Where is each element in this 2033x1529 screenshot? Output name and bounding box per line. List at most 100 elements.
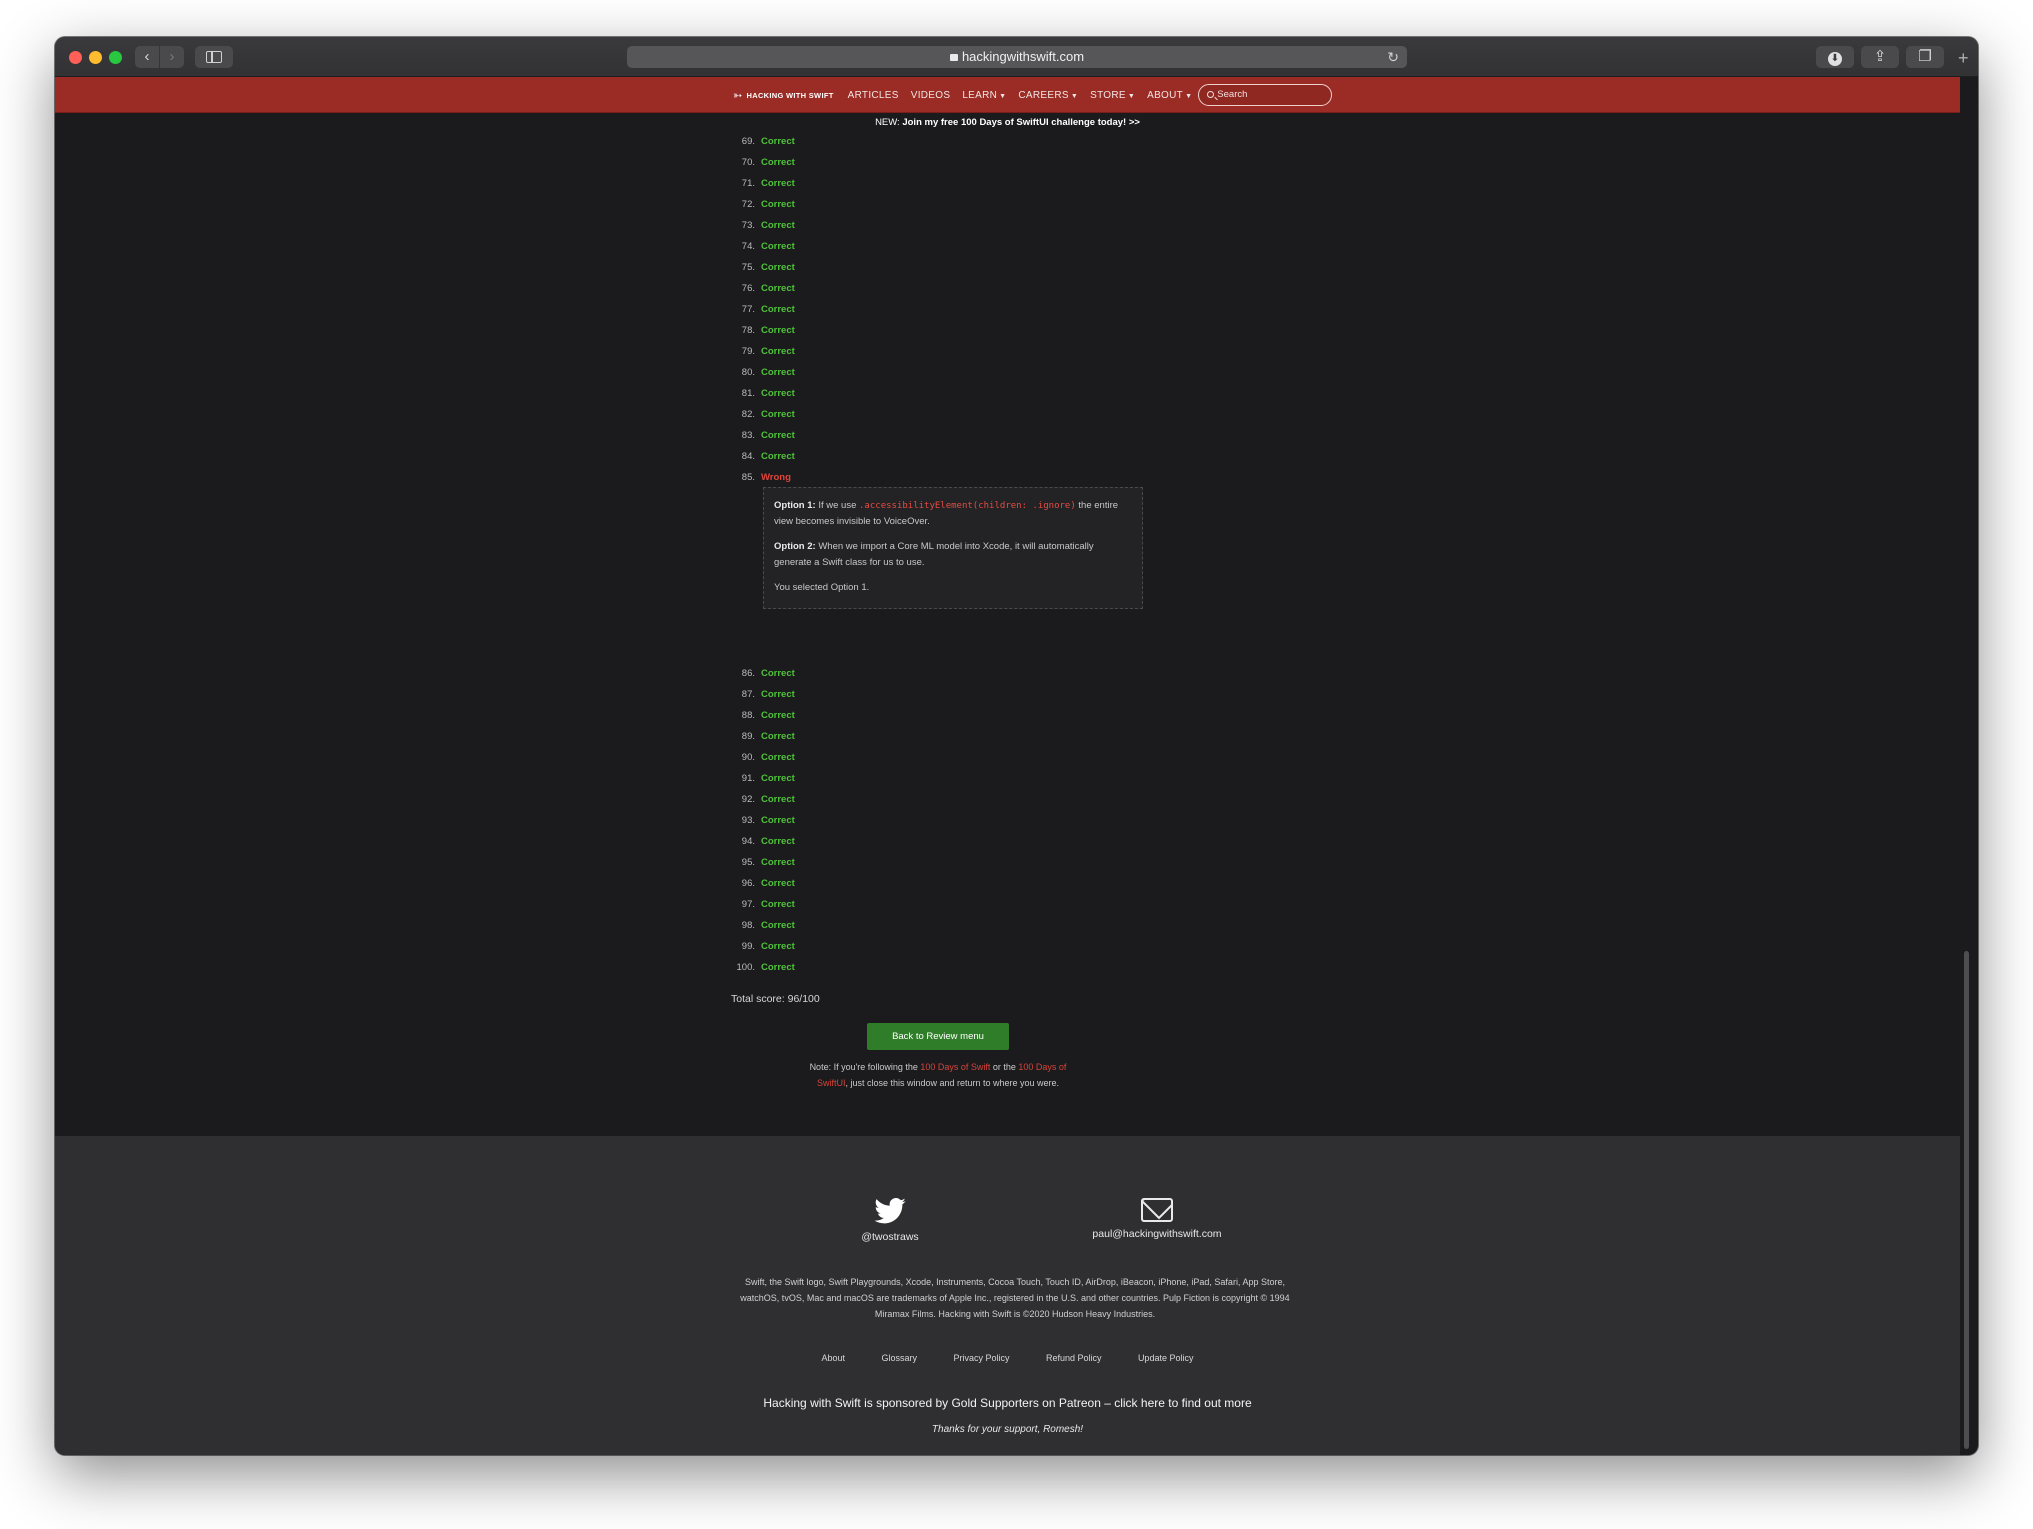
question-number: 69. [741,136,755,147]
logo-text: HACKING WITH SWIFT [746,90,834,100]
result-row: 91. Correct [727,773,795,784]
result-correct: Correct [761,710,795,721]
nav-careers[interactable]: CAREERS ▼ [1018,90,1078,101]
result-row: 95. Correct [727,857,795,868]
question-number: 88. [741,710,755,721]
nav-learn-label: LEARN [962,89,998,101]
forward-button[interactable]: › [160,46,184,68]
result-row: 69. Correct [727,136,795,147]
result-row: 92. Correct [727,794,795,805]
result-correct: Correct [761,430,795,441]
result-row: 74. Correct [727,241,795,252]
result-row: 96. Correct [727,878,795,889]
result-row: 88. Correct [727,710,795,721]
downloads-button[interactable]: ⬇ [1816,46,1854,68]
email-link[interactable]: paul@hackingwithswift.com [1072,1198,1242,1240]
question-number: 97. [741,899,755,910]
minimize-window-button[interactable] [89,51,102,64]
question-number: 96. [741,878,755,889]
result-correct: Correct [761,157,795,168]
footer-links: About Glossary Privacy Policy Refund Pol… [55,1348,1960,1366]
nav-about[interactable]: ABOUT ▼ [1147,90,1192,101]
footer-link-about[interactable]: About [822,1353,846,1363]
browser-window: ‹ › hackingwithswift.com ↻ ⬇ ⇪ ❐ + ➳ HACK… [55,37,1978,1455]
footer-link-privacy[interactable]: Privacy Policy [953,1353,1009,1363]
sponsor-link[interactable]: Hacking with Swift is sponsored by Gold … [55,1396,1960,1410]
announcement-banner[interactable]: NEW: Join my free 100 Days of SwiftUI ch… [55,113,1960,135]
question-number: 90. [741,752,755,763]
note-part1: Note: If you're following the [809,1062,921,1072]
twitter-handle: @twostraws [861,1231,919,1243]
nav-store[interactable]: STORE ▼ [1090,90,1135,101]
tab-overview-button[interactable]: ❐ [1906,46,1944,68]
option2-text: Option 2: When we import a Core ML model… [774,539,1132,571]
chevron-left-icon: ‹ [144,48,150,65]
nav-videos-label: VIDEOS [910,89,951,101]
question-number: 71. [741,178,755,189]
option2-label: Option 2: [774,541,816,552]
question-number: 91. [741,773,755,784]
caret-down-icon: ▼ [1070,92,1079,100]
result-row: 86. Correct [727,668,795,679]
nav-videos[interactable]: VIDEOS [911,90,951,101]
swift-bird-icon: ➳ [733,89,743,102]
result-correct: Correct [761,241,795,252]
result-correct: Correct [761,794,795,805]
sidebar-toggle-button[interactable] [195,46,233,68]
result-correct: Correct [761,857,795,868]
question-number: 87. [741,689,755,700]
result-row: 79. Correct [727,346,795,357]
search-icon [1207,91,1215,98]
question-number: 79. [741,346,755,357]
question-number: 98. [741,920,755,931]
zoom-window-button[interactable] [109,51,122,64]
footer-link-refund[interactable]: Refund Policy [1046,1353,1102,1363]
search-input[interactable]: Search [1198,84,1333,106]
result-row: 90. Correct [727,752,795,763]
question-number: 73. [741,220,755,231]
result-correct: Correct [761,941,795,952]
result-wrong: Wrong [761,472,791,483]
new-tab-button[interactable]: + [1958,48,1969,69]
result-correct: Correct [761,304,795,315]
browser-titlebar: ‹ › hackingwithswift.com ↻ ⬇ ⇪ ❐ + [55,37,1978,77]
result-row: 84. Correct [727,451,795,462]
result-row: 70. Correct [727,157,795,168]
result-row: 77. Correct [727,304,795,315]
back-button[interactable]: ‹ [135,46,159,68]
site-logo[interactable]: ➳ HACKING WITH SWIFT [733,89,834,102]
nav-inner: ➳ HACKING WITH SWIFT ARTICLES VIDEOS LEAR… [733,77,1333,113]
result-correct: Correct [761,136,795,147]
tabs-icon: ❐ [1918,48,1932,65]
share-button[interactable]: ⇪ [1861,46,1899,68]
footer-link-glossary[interactable]: Glossary [882,1353,918,1363]
result-row: 99. Correct [727,941,795,952]
link-100-days-swift[interactable]: 100 Days of Swift [920,1062,990,1072]
nav-articles-label: ARTICLES [847,89,899,101]
twitter-link[interactable]: @twostraws [830,1198,950,1243]
option1-label: Option 1: [774,500,816,511]
site-navbar: ➳ HACKING WITH SWIFT ARTICLES VIDEOS LEAR… [55,77,1960,113]
nav-store-label: STORE [1090,89,1126,101]
back-to-review-button[interactable]: Back to Review menu [867,1023,1009,1050]
question-number: 100. [736,962,756,973]
reload-icon[interactable]: ↻ [1387,46,1399,68]
banner-prefix: NEW: [875,117,903,128]
nav-articles[interactable]: ARTICLES [848,90,899,101]
scrollbar[interactable] [1963,113,1971,1455]
scrollbar-thumb[interactable] [1964,951,1969,1449]
banner-link[interactable]: Join my free 100 Days of SwiftUI challen… [902,117,1140,128]
question-number: 77. [741,304,755,315]
question-number: 99. [741,941,755,952]
footer-link-update[interactable]: Update Policy [1138,1353,1194,1363]
search-placeholder: Search [1217,89,1248,100]
address-bar[interactable]: hackingwithswift.com ↻ [627,46,1407,68]
close-window-button[interactable] [69,51,82,64]
option1-pre: If we use [815,500,860,511]
nav-learn[interactable]: LEARN ▼ [962,90,1006,101]
result-row: 85. Wrong [727,472,791,483]
result-row: 73. Correct [727,220,795,231]
caret-down-icon: ▼ [999,92,1007,100]
page-content: NEW: Join my free 100 Days of SwiftUI ch… [55,113,1960,1136]
question-number: 72. [741,199,755,210]
